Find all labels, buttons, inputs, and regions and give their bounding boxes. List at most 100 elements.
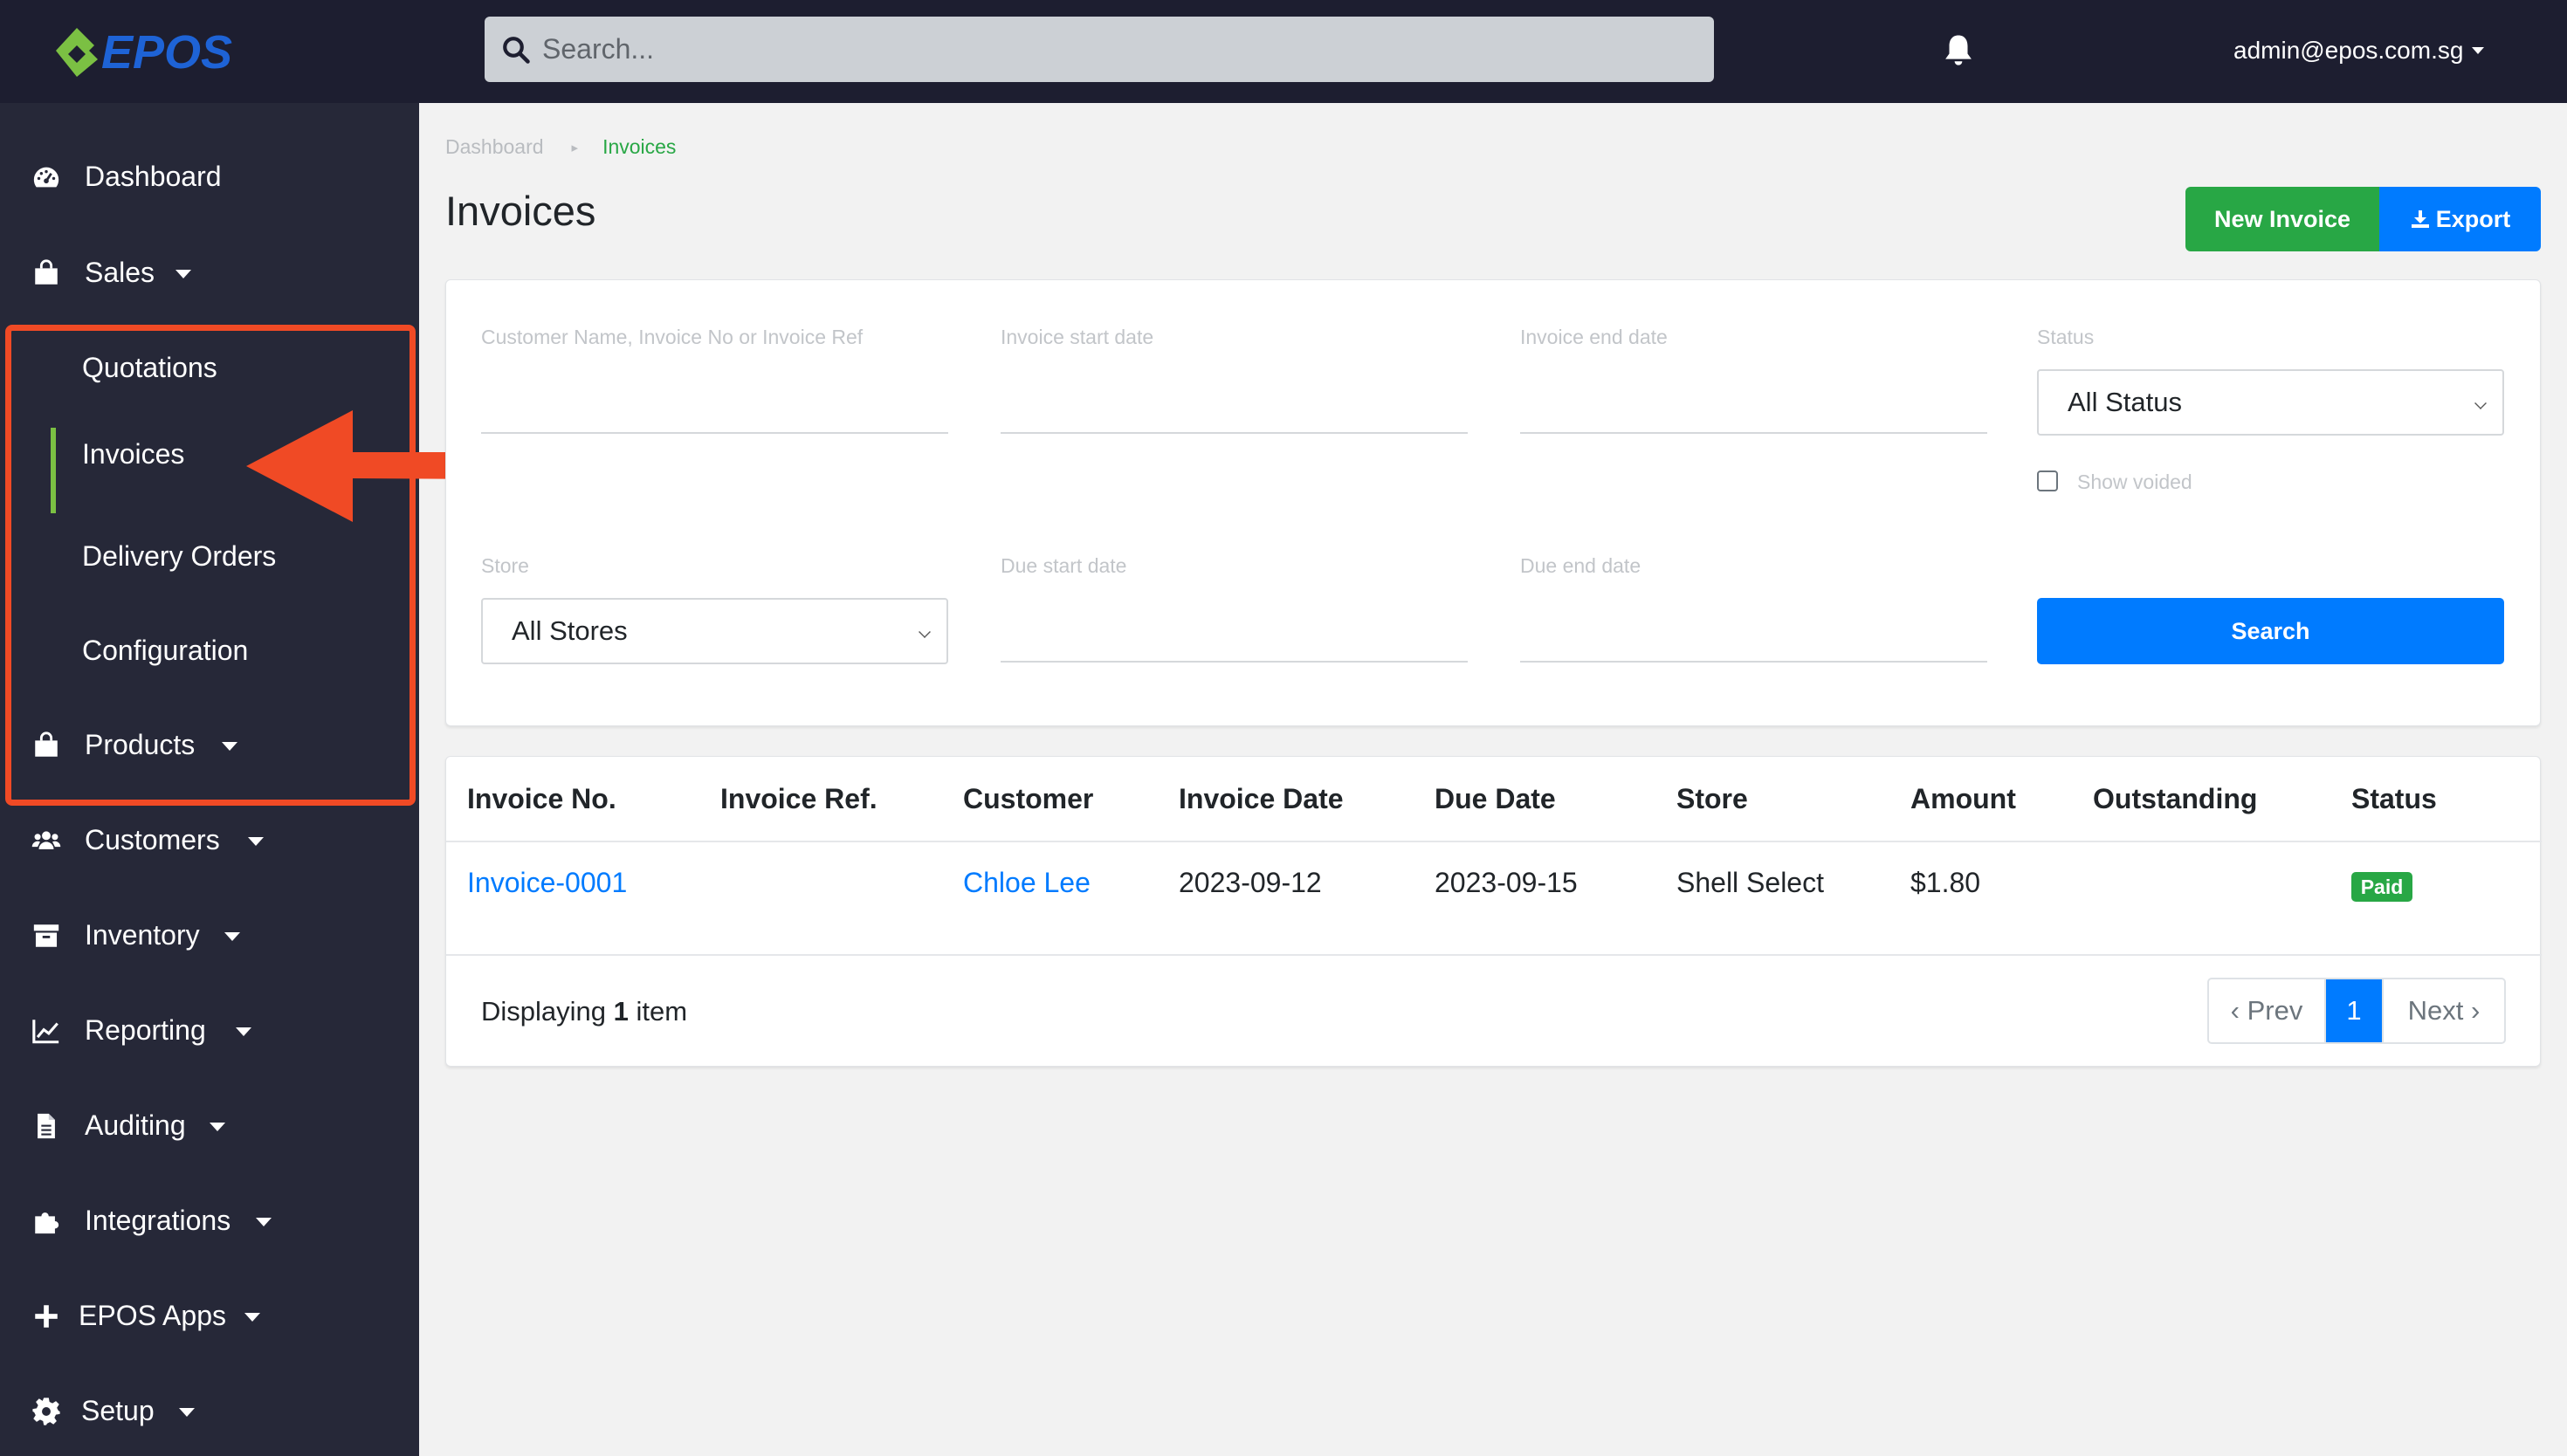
chart-line-icon [32, 1020, 59, 1044]
sidebar-item-epos-apps[interactable]: EPOS Apps [0, 1281, 419, 1350]
column-header[interactable]: Invoice Date [1179, 783, 1344, 815]
header-divider [446, 841, 2542, 842]
sidebar-item-label: Dashboard [85, 161, 222, 192]
top-bar: EPOS admin@epos.com.sg [0, 0, 2567, 103]
store-select-value: All Stores [512, 615, 628, 646]
sidebar-item-inventory[interactable]: Inventory [0, 900, 419, 970]
users-icon [31, 831, 61, 849]
chevron-down-icon [244, 1313, 260, 1322]
breadcrumb: Dashboard ▸ Invoices [445, 135, 676, 159]
status-select[interactable]: All Status [2037, 369, 2504, 436]
column-header[interactable]: Outstanding [2093, 783, 2257, 815]
next-page-button[interactable]: Next › [2382, 979, 2504, 1042]
search-icon [503, 36, 530, 64]
due-date-cell: 2023-09-15 [1435, 867, 1578, 898]
status-filter-label: Status [2037, 326, 2095, 348]
user-email: admin@epos.com.sg [2233, 37, 2464, 64]
sidebar-item-sales[interactable]: Sales [0, 237, 419, 307]
sidebar-item-label: Integrations [85, 1205, 231, 1236]
chevron-down-icon [210, 1123, 225, 1131]
store-cell: Shell Select [1676, 867, 1824, 898]
customer-filter-label: Customer Name, Invoice No or Invoice Ref [481, 326, 864, 348]
sidebar-item-auditing[interactable]: Auditing [0, 1090, 419, 1160]
prev-page-button[interactable]: ‹ Prev [2209, 979, 2326, 1042]
search-input[interactable] [542, 33, 1677, 65]
invoice-date-cell: 2023-09-12 [1179, 867, 1322, 898]
column-header[interactable]: Store [1676, 783, 1748, 815]
chevron-down-icon [175, 270, 191, 278]
shopping-bag-icon [35, 259, 58, 285]
logo-text: EPOS [101, 26, 232, 79]
column-header[interactable]: Customer [963, 783, 1093, 815]
sidebar-item-label: Auditing [85, 1109, 186, 1141]
sidebar-item-label: Inventory [85, 919, 200, 951]
pagination: ‹ Prev 1 Next › [2207, 978, 2506, 1044]
column-header[interactable]: Invoice No. [467, 783, 616, 815]
plus-icon [35, 1305, 58, 1328]
customer-filter-input[interactable] [481, 432, 948, 434]
invoice-start-date-input[interactable] [1001, 432, 1468, 434]
global-search[interactable] [485, 17, 1714, 82]
export-label: Export [2435, 205, 2511, 232]
status-badge: Paid [2351, 872, 2412, 902]
sidebar-item-integrations[interactable]: Integrations [0, 1185, 419, 1255]
customer-link[interactable]: Chloe Lee [963, 867, 1091, 899]
chevron-down-icon [224, 932, 240, 941]
sidebar-item-label: EPOS Apps [79, 1300, 226, 1331]
store-select[interactable]: All Stores [481, 598, 948, 664]
sidebar-item-dashboard[interactable]: Dashboard [0, 141, 419, 211]
sidebar-item-setup[interactable]: Setup [0, 1376, 419, 1446]
annotation-highlight-box [5, 325, 416, 806]
sidebar-item-label: Reporting [85, 1014, 206, 1046]
column-header[interactable]: Status [2351, 783, 2437, 815]
breadcrumb-separator-icon: ▸ [571, 140, 579, 155]
due-start-date-label: Due start date [1001, 554, 1127, 577]
due-start-date-input[interactable] [1001, 661, 1468, 663]
invoices-table: Invoice No. Invoice Ref. Customer Invoic… [445, 756, 2542, 1067]
show-voided-label: Show voided [2077, 470, 2192, 493]
sidebar-item-label: Setup [81, 1395, 155, 1426]
due-end-date-input[interactable] [1520, 661, 1987, 663]
chevron-down-icon [2474, 397, 2487, 409]
filter-panel: Customer Name, Invoice No or Invoice Ref… [445, 279, 2541, 726]
sidebar-item-label: Customers [85, 824, 220, 855]
new-invoice-button[interactable]: New Invoice [2185, 187, 2379, 251]
status-select-value: All Status [2068, 387, 2182, 417]
export-button[interactable]: Export [2379, 187, 2541, 251]
display-prefix: Displaying [481, 996, 607, 1027]
display-count: Displaying 1 item [481, 996, 687, 1027]
row-divider [446, 954, 2542, 956]
archive-icon [33, 924, 59, 947]
chevron-down-icon [179, 1408, 195, 1417]
invoice-end-date-input[interactable] [1520, 432, 1987, 434]
breadcrumb-dashboard[interactable]: Dashboard [445, 135, 544, 159]
page-1-button[interactable]: 1 [2326, 979, 2382, 1042]
chevron-down-icon [919, 626, 931, 638]
display-number: 1 [613, 996, 629, 1027]
due-end-date-label: Due end date [1520, 554, 1641, 577]
file-icon [38, 1113, 55, 1139]
show-voided-checkbox[interactable] [2037, 470, 2058, 491]
chevron-down-icon [256, 1218, 272, 1226]
gear-icon [32, 1398, 60, 1425]
invoice-start-date-label: Invoice start date [1001, 326, 1154, 348]
invoice-link[interactable]: Invoice-0001 [467, 867, 627, 899]
invoice-end-date-label: Invoice end date [1520, 326, 1668, 348]
column-header[interactable]: Invoice Ref. [720, 783, 877, 815]
sidebar-item-customers[interactable]: Customers [0, 805, 419, 875]
page-title: Invoices [445, 188, 596, 234]
sidebar-item-reporting[interactable]: Reporting [0, 995, 419, 1065]
column-header[interactable]: Amount [1910, 783, 2016, 815]
chevron-down-icon [236, 1027, 251, 1036]
column-header[interactable]: Due Date [1435, 783, 1556, 815]
epos-logo[interactable]: EPOS [51, 23, 257, 79]
bell-icon[interactable] [1940, 31, 1977, 70]
chevron-down-icon [248, 837, 264, 846]
search-button[interactable]: Search [2037, 598, 2504, 664]
puzzle-icon [35, 1212, 59, 1234]
amount-cell: $1.80 [1910, 867, 1981, 898]
user-menu[interactable]: admin@epos.com.sg [2233, 37, 2485, 65]
sidebar: Dashboard Sales Quotations Invoices Deli… [0, 103, 419, 1456]
breadcrumb-current: Invoices [602, 135, 677, 158]
chevron-down-icon [2472, 47, 2485, 54]
